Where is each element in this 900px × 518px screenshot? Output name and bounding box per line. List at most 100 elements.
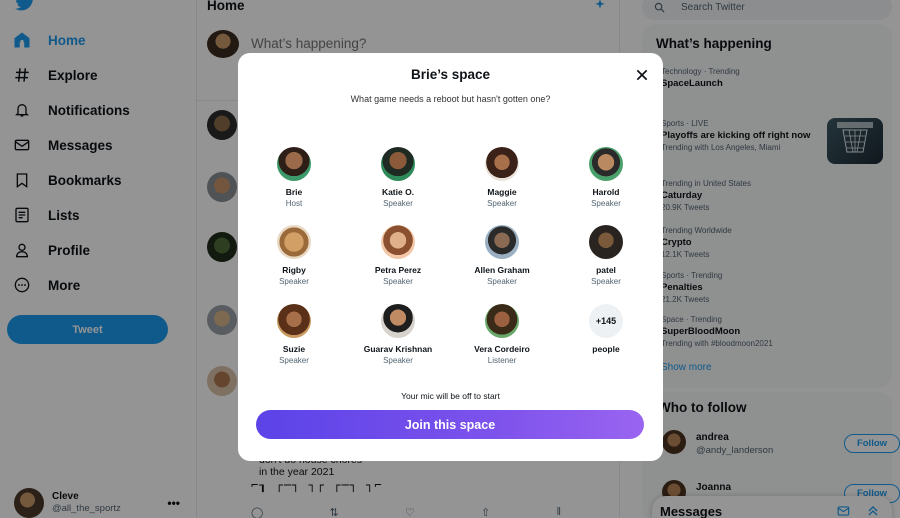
- sidebar-item-label: Profile: [48, 242, 91, 258]
- participant[interactable]: Petra Perez Speaker: [348, 225, 448, 287]
- bell-icon: [12, 100, 32, 120]
- reply-icon[interactable]: ◯: [251, 506, 263, 518]
- messages-dock[interactable]: Messages: [652, 496, 892, 518]
- tweet-text-line: in the year 2021: [259, 466, 335, 478]
- trend-name: Penalties: [661, 282, 703, 293]
- trend-name: Crypto: [661, 237, 692, 248]
- search-input[interactable]: Search Twitter: [681, 2, 745, 13]
- retweet-icon[interactable]: ⇅: [330, 506, 339, 518]
- more-circle-icon: [12, 275, 32, 295]
- sidebar-item-home[interactable]: Home: [12, 25, 86, 55]
- page-title: Home: [207, 0, 245, 13]
- avatar: [14, 488, 44, 518]
- trend-item[interactable]: Technology · Trending SpaceLaunch: [661, 66, 740, 90]
- trend-sub: 21.2K Tweets: [661, 295, 710, 304]
- more-participants[interactable]: +145 people: [556, 304, 656, 354]
- avatar[interactable]: [207, 110, 237, 140]
- search-box[interactable]: Search Twitter: [642, 0, 892, 20]
- user-handle: @andy_landerson: [696, 445, 774, 456]
- trends-title: What’s happening: [656, 36, 772, 51]
- basketball-hoop-image: [827, 118, 883, 164]
- trend-meta: Trending Worldwide: [661, 226, 732, 235]
- compose-input[interactable]: [251, 36, 451, 51]
- trends-panel: What’s happening Technology · Trending S…: [642, 24, 892, 388]
- trend-name: SpaceLaunch: [661, 78, 723, 89]
- participant[interactable]: Maggie Speaker: [452, 147, 552, 209]
- participant[interactable]: Brie Host: [244, 147, 344, 209]
- user-name: andrea: [696, 432, 729, 443]
- home-icon: [12, 30, 32, 50]
- participant-name: patel: [596, 265, 616, 275]
- tweet-ascii-art: ⌐┒ ┌─┐ ┐┌ ┌─┐ ┐⌐: [251, 478, 383, 492]
- participant-name: Guarav Krishnan: [363, 344, 433, 354]
- participant-role: Speaker: [279, 277, 309, 286]
- share-icon[interactable]: ⇧: [481, 506, 490, 518]
- avatar[interactable]: [207, 305, 237, 335]
- new-message-icon[interactable]: [837, 504, 851, 518]
- space-preview-modal: Brie’s space What game needs a reboot bu…: [238, 53, 663, 461]
- chevron-up-icon[interactable]: [866, 504, 880, 518]
- trend-item[interactable]: Trending Worldwide Crypto 12.1K Tweets: [661, 225, 732, 261]
- participant[interactable]: Allen Graham Speaker: [452, 225, 552, 287]
- trend-sub: 20.9K Tweets: [661, 203, 710, 212]
- avatar[interactable]: [207, 232, 237, 262]
- sidebar-item-notifications[interactable]: Notifications: [12, 95, 130, 125]
- sidebar-item-more[interactable]: More: [12, 270, 80, 300]
- join-space-button[interactable]: Join this space: [256, 410, 644, 439]
- sparkle-icon[interactable]: [593, 0, 607, 12]
- trend-item[interactable]: Sports · Trending Penalties 21.2K Tweets: [661, 270, 722, 306]
- trend-meta: Space · Trending: [661, 315, 722, 324]
- avatar[interactable]: [207, 172, 237, 202]
- sidebar-item-lists[interactable]: Lists: [12, 200, 80, 230]
- sidebar-item-label: Bookmarks: [48, 172, 122, 188]
- participant[interactable]: Suzie Speaker: [244, 304, 344, 366]
- participant[interactable]: Harold Speaker: [556, 147, 656, 209]
- follow-button[interactable]: Follow: [844, 434, 900, 453]
- messages-dock-title: Messages: [660, 504, 723, 518]
- sidebar-item-explore[interactable]: Explore: [12, 60, 98, 90]
- bookmark-icon: [12, 170, 32, 190]
- avatar: [662, 430, 686, 454]
- twitter-bird-icon[interactable]: [14, 0, 36, 12]
- participant-role: Speaker: [383, 356, 413, 365]
- participant-name: Brie: [285, 187, 303, 197]
- trend-item[interactable]: Space · Trending SuperBloodMoon Trending…: [661, 314, 773, 350]
- sidebar-item-messages[interactable]: Messages: [12, 130, 113, 160]
- tweet-button[interactable]: Tweet: [7, 315, 168, 344]
- follow-suggestion[interactable]: andrea @andy_landerson Follow: [662, 430, 900, 460]
- avatar[interactable]: [207, 366, 237, 396]
- avatar: [589, 225, 623, 259]
- avatar: [277, 147, 311, 181]
- who-to-follow-title: Who to follow: [658, 400, 747, 415]
- trend-meta: Trending in United States: [661, 179, 751, 188]
- more-dots-icon[interactable]: •••: [167, 496, 180, 510]
- show-more-link[interactable]: Show more: [661, 362, 712, 373]
- participant[interactable]: Vera Cordeiro Listener: [452, 304, 552, 366]
- analytics-icon[interactable]: ‖: [556, 506, 561, 518]
- user-name: Joanna: [696, 482, 732, 493]
- person-icon: [12, 240, 32, 260]
- participant-name: Harold: [592, 187, 620, 197]
- participant[interactable]: Guarav Krishnan Speaker: [348, 304, 448, 366]
- account-switcher[interactable]: Cleve @all_the_sportz •••: [14, 488, 194, 518]
- trend-item[interactable]: Trending in United States Caturday 20.9K…: [661, 178, 751, 214]
- sidebar-item-profile[interactable]: Profile: [12, 235, 90, 265]
- account-name: Cleve: [52, 491, 79, 502]
- sidebar-item-label: Home: [48, 32, 86, 48]
- sidebar-item-label: More: [48, 277, 81, 293]
- tweet-actions: ◯ ⇅ ♡ ⇧ ‖: [251, 506, 561, 518]
- like-icon[interactable]: ♡: [405, 506, 415, 518]
- sidebar-item-label: Explore: [48, 67, 98, 83]
- participant[interactable]: Rigby Speaker: [244, 225, 344, 287]
- participant[interactable]: patel Speaker: [556, 225, 656, 287]
- envelope-icon: [12, 135, 32, 155]
- participant-role: Speaker: [591, 277, 621, 286]
- account-handle: @all_the_sportz: [52, 503, 121, 514]
- close-icon[interactable]: [634, 67, 650, 83]
- avatar: [277, 304, 311, 338]
- trend-item[interactable]: Sports · LIVE Playoffs are kicking off r…: [661, 118, 831, 154]
- sidebar-item-bookmarks[interactable]: Bookmarks: [12, 165, 122, 195]
- sidebar-item-label: Messages: [48, 137, 113, 153]
- participant[interactable]: Katie O. Speaker: [348, 147, 448, 209]
- avatar: [207, 30, 239, 58]
